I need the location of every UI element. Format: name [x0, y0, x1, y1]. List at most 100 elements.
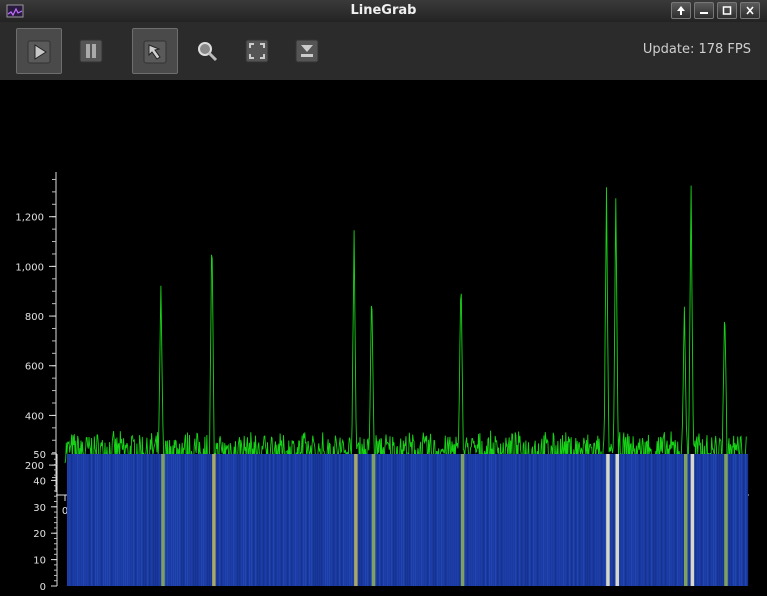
heatmap-column: [157, 454, 159, 586]
heatmap-column: [555, 454, 557, 586]
heatmap-y-tick-label: 30: [33, 503, 46, 514]
heatmap-column: [257, 454, 259, 586]
heatmap-column: [315, 454, 317, 586]
heatmap-column: [671, 454, 673, 586]
heatmap-column: [677, 454, 679, 586]
heatmap-column: [337, 454, 339, 586]
heatmap-band: [212, 454, 216, 586]
heatmap-column: [277, 454, 279, 586]
heatmap-column: [307, 454, 309, 586]
heatmap-column: [443, 454, 445, 586]
heatmap-column: [121, 454, 123, 586]
heatmap-column: [321, 454, 323, 586]
minimize-button[interactable]: [694, 2, 714, 19]
heatmap-column: [331, 454, 333, 586]
keep-above-button[interactable]: [671, 2, 691, 19]
heatmap-column: [571, 454, 573, 586]
heatmap-column: [107, 454, 109, 586]
close-button[interactable]: [740, 2, 760, 19]
heatmap-column: [235, 454, 237, 586]
play-button[interactable]: [16, 28, 62, 74]
heatmap-column: [109, 454, 111, 586]
plots-canvas[interactable]: 2004006008001,0001,20005001,0001,5002,00…: [0, 80, 767, 593]
heatmap-y-tick-label: 40: [33, 476, 46, 487]
heatmap-column: [575, 454, 577, 586]
heatmap-column: [529, 454, 531, 586]
heatmap-column: [149, 454, 151, 586]
heatmap-column: [189, 454, 191, 586]
heatmap-column: [649, 454, 651, 586]
heatmap-column: [129, 454, 131, 586]
heatmap-column: [623, 454, 625, 586]
heatmap-column: [717, 454, 719, 586]
heatmap-column: [459, 454, 461, 586]
heatmap-column: [135, 454, 137, 586]
heatmap-column: [183, 454, 185, 586]
heatmap-column: [225, 454, 227, 586]
heatmap-column: [279, 454, 281, 586]
heatmap-column: [535, 454, 537, 586]
heatmap-column: [455, 454, 457, 586]
heatmap-column: [689, 454, 691, 586]
heatmap-column: [369, 454, 371, 586]
heatmap-column: [285, 454, 287, 586]
heatmap-column: [701, 454, 703, 586]
heatmap-column: [299, 454, 301, 586]
heatmap-column: [75, 454, 77, 586]
plots-area[interactable]: 2004006008001,0001,20005001,0001,5002,00…: [0, 80, 767, 593]
heatmap-column: [133, 454, 135, 586]
select-tool-button[interactable]: [132, 28, 178, 74]
heatmap-column: [363, 454, 365, 586]
heatmap-column: [473, 454, 475, 586]
heatmap-column: [201, 454, 203, 586]
fit-icon: [245, 39, 269, 63]
heatmap-column: [367, 454, 369, 586]
heatmap-y-tick-label: 50: [33, 450, 46, 461]
heatmap-column: [205, 454, 207, 586]
heatmap-column: [485, 454, 487, 586]
heatmap-column: [467, 454, 469, 586]
heatmap-column: [389, 454, 391, 586]
heatmap-column: [539, 454, 541, 586]
zoom-tool-button[interactable]: [184, 28, 230, 74]
heatmap-column: [731, 454, 733, 586]
heatmap-column: [517, 454, 519, 586]
heatmap-column: [261, 454, 263, 586]
fit-view-button[interactable]: [234, 28, 280, 74]
heatmap-column: [247, 454, 249, 586]
heatmap-column: [361, 454, 363, 586]
heatmap-column: [723, 454, 725, 586]
heatmap-column: [561, 454, 563, 586]
heatmap-column: [699, 454, 701, 586]
waterfall-plot[interactable]: 0 10 20 30 40 50: [33, 450, 749, 593]
heatmap-column: [115, 454, 117, 586]
title-bar[interactable]: LineGrab: [0, 0, 767, 23]
heatmap-column: [525, 454, 527, 586]
heatmap-column: [721, 454, 723, 586]
heatmap-column: [747, 454, 749, 586]
heatmap-column: [613, 454, 615, 586]
heatmap-column: [97, 454, 99, 586]
heatmap-column: [229, 454, 231, 586]
heatmap-column: [513, 454, 515, 586]
heatmap-column: [515, 454, 517, 586]
maximize-button[interactable]: [717, 2, 737, 19]
heatmap-column: [79, 454, 81, 586]
heatmap-column: [251, 454, 253, 586]
maximize-icon: [722, 6, 732, 15]
heatmap-column: [267, 454, 269, 586]
heatmap-column: [697, 454, 699, 586]
heatmap-column: [87, 454, 89, 586]
heatmap-column: [457, 454, 459, 586]
pause-button[interactable]: [68, 28, 114, 74]
heatmap-column: [629, 454, 631, 586]
save-button[interactable]: [284, 28, 330, 74]
heatmap-column: [619, 454, 621, 586]
heatmap-column: [451, 454, 453, 586]
heatmap-column: [573, 454, 575, 586]
heatmap-column: [319, 454, 321, 586]
heatmap-column: [187, 454, 189, 586]
heatmap-band: [161, 454, 165, 586]
heatmap-column: [181, 454, 183, 586]
heatmap-column: [113, 454, 115, 586]
